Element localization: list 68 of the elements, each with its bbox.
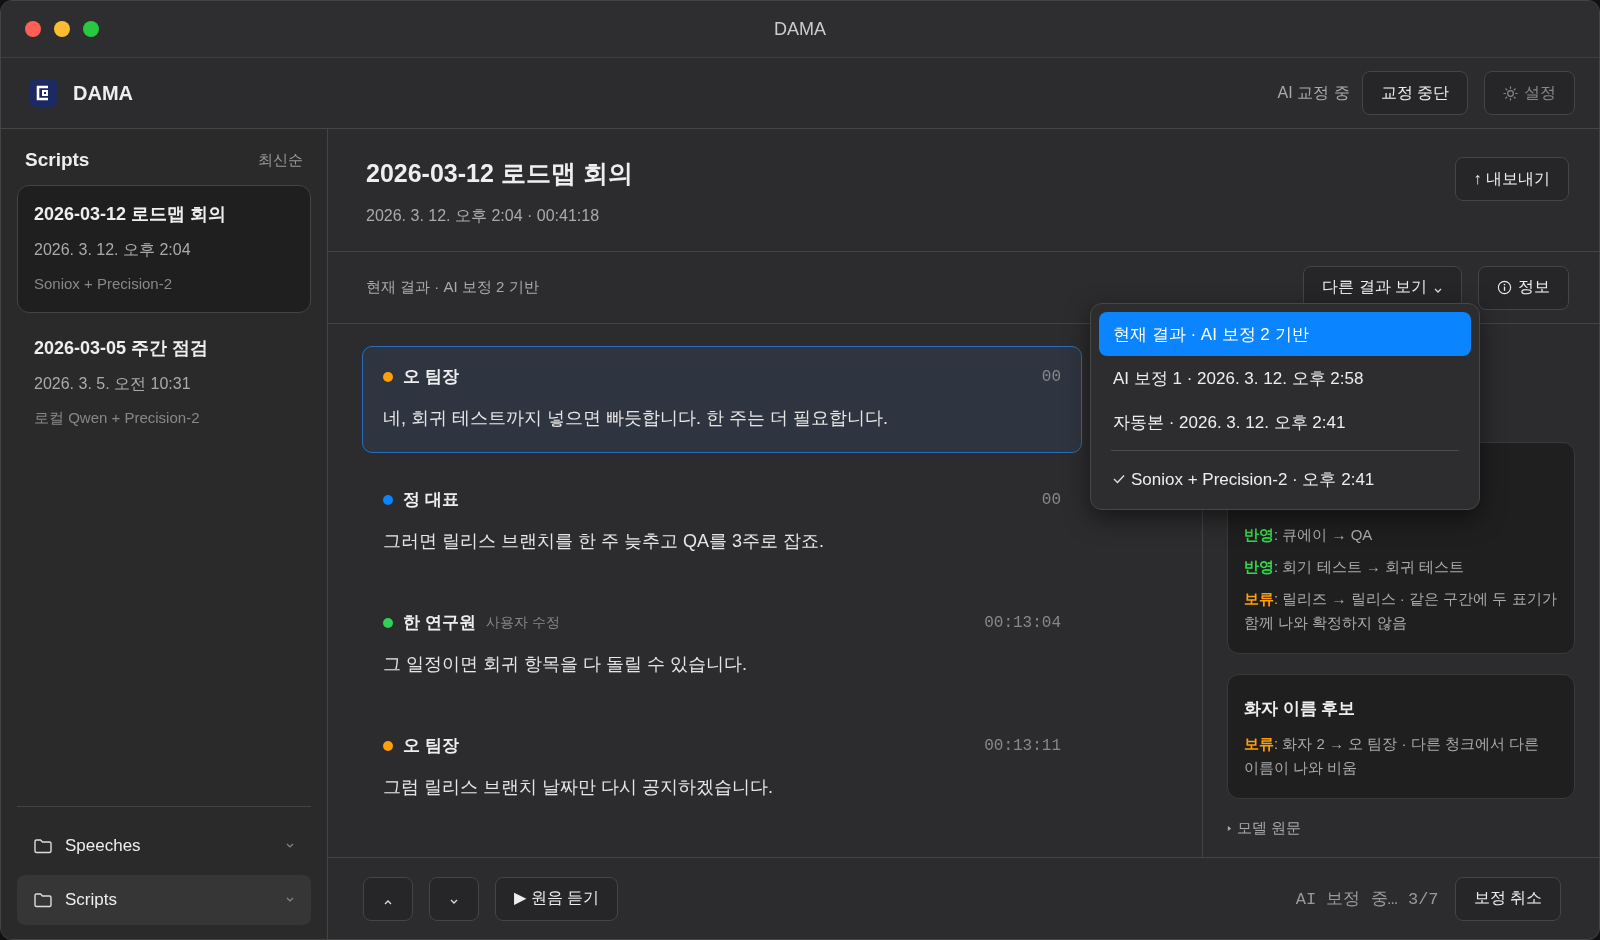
chevron-icon — [285, 897, 295, 903]
timestamp: 00:13:11 — [984, 736, 1061, 755]
script-item[interactable]: 2026-03-12 로드맵 회의 2026. 3. 12. 오후 2:04 Soniox + Precision-2 — [17, 185, 311, 313]
script-item[interactable]: 2026-03-05 주간 점검 2026. 3. 5. 오전 10:31 로컬 Qwen + Precision-2 — [17, 319, 311, 449]
transcript-segment[interactable]: 정 대표 00 그러면 릴리스 브랜치를 한 주 늦추고 QA를 3주로 잡죠. — [362, 469, 1082, 576]
script-date: 2026. 3. 12. 오후 2:04 — [34, 240, 192, 260]
card-title: 화자 이름 후보 — [1244, 698, 1357, 720]
progress-text: AI 보정 중… 3/7 — [1295, 889, 1439, 910]
menu-item[interactable]: Soniox + Precision-2 · 오후 2:41 — [1099, 457, 1471, 501]
sidebar-title: Scripts — [25, 149, 90, 171]
segment-text: 그 일정이면 회귀 항목을 다 돌릴 수 있습니다. — [383, 653, 748, 676]
folder-label: Speeches — [65, 836, 142, 856]
folder-item[interactable]: Speeches — [17, 821, 311, 871]
segment-text: 그러면 릴리스 브랜치를 한 주 늦추고 QA를 3주로 잡죠. — [383, 530, 826, 553]
chevron-down-icon — [449, 898, 459, 905]
raw-output-toggle[interactable]: 모델 원문 — [1237, 819, 1302, 838]
segment-text: 그럼 릴리스 브랜치 날짜만 다시 공지하겠습니다. — [383, 776, 774, 799]
folder-label: Scripts — [65, 890, 118, 910]
folder-item[interactable]: Scripts — [17, 875, 311, 925]
review-item: 반영: 회기 테스트 → 회귀 테스트 — [1244, 557, 1465, 577]
script-engine: 로컬 Qwen + Precision-2 — [34, 409, 201, 428]
script-title: 2026-03-12 로드맵 회의 — [34, 203, 228, 226]
minimize-icon[interactable] — [54, 21, 70, 37]
close-icon[interactable] — [25, 21, 41, 37]
current-result-label: 현재 결과 · AI 보정 2 기반 — [366, 278, 539, 297]
transcript-segment[interactable]: 오 팀장 00 네, 회귀 테스트까지 넣으면 빠듯합니다. 한 주는 더 필요합니다. — [362, 346, 1082, 453]
segment-text: 네, 회귀 테스트까지 넣으면 빠듯합니다. 한 주는 더 필요합니다. — [383, 407, 889, 430]
zoom-icon[interactable] — [83, 21, 99, 37]
speaker-name: 정 대표 — [403, 489, 459, 511]
speaker-name: 한 연구원 — [403, 612, 476, 634]
check-icon — [1113, 474, 1125, 484]
timestamp: 00 — [1041, 490, 1061, 509]
script-title: 2026-03-05 주간 점검 — [34, 337, 210, 360]
window-title: DAMA — [774, 18, 826, 40]
folder-icon — [33, 892, 53, 908]
transcript-segment[interactable]: 오 팀장 00:13:11 그럼 릴리스 브랜치 날짜만 다시 공지하겠습니다. — [362, 715, 1082, 822]
stop-button[interactable]: 교정 중단 — [1361, 71, 1468, 115]
chevron-up-icon — [383, 898, 393, 905]
info-icon — [1497, 280, 1512, 295]
document-meta: 2026. 3. 12. 오후 2:04 · 00:41:18 — [366, 206, 601, 226]
review-item: 보류: 화자 2 → 오 팀장 · 다른 청크에서 다른 이름이 나와 비움 — [1244, 734, 1540, 778]
review-item: 반영: 큐에이 → QA — [1244, 525, 1374, 545]
app-logo-icon — [29, 79, 57, 107]
chevron-icon — [285, 843, 295, 849]
timestamp: 00 — [1041, 367, 1061, 386]
timestamp: 00:13:04 — [984, 613, 1061, 632]
transcript-segment[interactable]: 한 연구원 사용자 수정 00:13:04 그 일정이면 회귀 항목을 다 돌릴 수 있습니다. — [362, 592, 1082, 699]
cancel-button[interactable]: 보정 취소 — [1454, 876, 1561, 921]
speaker-name: 오 팀장 — [403, 366, 459, 388]
info-button[interactable]: 정보 — [1478, 265, 1569, 310]
disclosure-icon[interactable] — [1227, 825, 1232, 832]
document-title: 2026-03-12 로드맵 회의 — [366, 158, 634, 189]
folder-icon — [33, 838, 53, 854]
speaker-name: 오 팀장 — [403, 735, 459, 757]
play-button[interactable]: ▶ 원음 듣기 — [495, 876, 619, 921]
sort-link[interactable]: 최신순 — [258, 150, 303, 170]
chevron-down-icon — [1433, 287, 1443, 294]
gear-icon — [1503, 85, 1518, 101]
menu-item[interactable]: 현재 결과 · AI 보정 2 기반 — [1099, 312, 1471, 356]
script-date: 2026. 3. 5. 오전 10:31 — [34, 374, 192, 394]
script-engine: Soniox + Precision-2 — [34, 275, 173, 292]
review-item: 보류: 릴리즈 → 릴리스 · 같은 구간에 두 표기가 함께 나와 확정하지 않음 — [1244, 589, 1558, 633]
menu-item[interactable]: 자동본 · 2026. 3. 12. 오후 2:41 — [1099, 400, 1471, 444]
export-button[interactable]: ↑ 내보내기 — [1454, 157, 1569, 201]
app-name: DAMA — [73, 81, 133, 105]
edit-note: 사용자 수정 — [485, 613, 560, 632]
status-text: AI 교정 중 — [1277, 82, 1350, 103]
menu-item[interactable]: AI 보정 1 · 2026. 3. 12. 오후 2:58 — [1099, 356, 1471, 400]
